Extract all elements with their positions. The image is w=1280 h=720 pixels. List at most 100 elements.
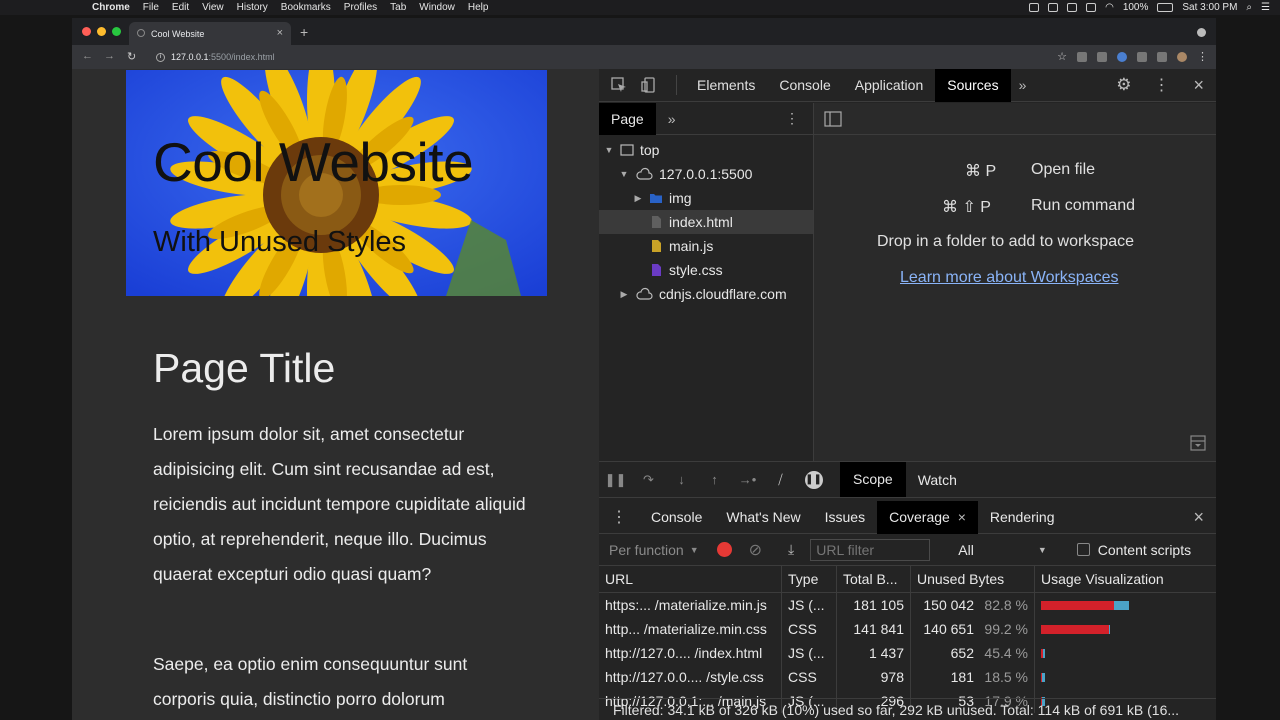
menu-kebab-icon[interactable]: ⋮ bbox=[1197, 50, 1208, 63]
search-icon[interactable]: ⌕ bbox=[1246, 2, 1252, 13]
info-icon[interactable]: i bbox=[156, 52, 165, 62]
zoom-window-button[interactable] bbox=[112, 27, 121, 36]
bookmark-star-icon[interactable]: ☆ bbox=[1057, 50, 1067, 63]
tab-console[interactable]: Console bbox=[767, 69, 842, 102]
tab-watch[interactable]: Watch bbox=[918, 472, 957, 488]
browser-tab[interactable]: Cool Website × bbox=[129, 22, 291, 45]
close-devtools-icon[interactable]: × bbox=[1193, 75, 1204, 96]
drawer-tab-console[interactable]: Console bbox=[639, 501, 714, 534]
menu-profiles[interactable]: Profiles bbox=[344, 2, 377, 13]
menu-chrome[interactable]: Chrome bbox=[92, 2, 130, 13]
tree-item-origin[interactable]: ▼ 127.0.0.1:5500 bbox=[599, 162, 813, 186]
extension-icon[interactable] bbox=[1097, 51, 1107, 62]
more-tabs-icon[interactable]: » bbox=[668, 111, 676, 127]
column-header-total[interactable]: Total B... bbox=[836, 566, 910, 592]
collapsed-arrow-icon[interactable]: ▶ bbox=[619, 289, 629, 300]
menu-history[interactable]: History bbox=[237, 2, 268, 13]
close-tab-icon[interactable]: × bbox=[277, 27, 283, 39]
battery-icon[interactable] bbox=[1157, 3, 1174, 12]
devtools-menu-icon[interactable]: ⋮ bbox=[1153, 75, 1169, 95]
column-header-url[interactable]: URL bbox=[599, 571, 781, 587]
step-over-icon[interactable]: ↷ bbox=[632, 472, 665, 488]
toggle-navigator-icon[interactable] bbox=[824, 111, 842, 127]
deactivate-breakpoints-icon[interactable]: ⧸ bbox=[764, 472, 797, 488]
download-icon[interactable]: ⤓ bbox=[788, 541, 794, 558]
inspect-element-icon[interactable] bbox=[611, 77, 627, 93]
tab-page[interactable]: Page bbox=[599, 102, 656, 135]
battery-percent[interactable]: 100% bbox=[1123, 2, 1149, 13]
tree-item-cdnjs[interactable]: ▶ cdnjs.cloudflare.com bbox=[599, 282, 813, 306]
tree-item-img[interactable]: ▶ img bbox=[599, 186, 813, 210]
expanded-arrow-icon[interactable]: ▼ bbox=[619, 169, 629, 179]
close-window-button[interactable] bbox=[82, 27, 91, 36]
new-tab-button[interactable]: + bbox=[300, 24, 308, 40]
pause-on-exceptions-icon[interactable]: ❚❚ bbox=[797, 470, 830, 489]
drawer-tab-issues[interactable]: Issues bbox=[813, 501, 877, 534]
collapsed-arrow-icon[interactable]: ▶ bbox=[633, 193, 643, 204]
status-icon[interactable] bbox=[1029, 3, 1040, 12]
close-tab-icon[interactable]: × bbox=[958, 509, 966, 525]
tab-sources[interactable]: Sources bbox=[935, 68, 1011, 102]
menu-view[interactable]: View bbox=[202, 2, 224, 13]
menu-help[interactable]: Help bbox=[468, 2, 489, 13]
table-row[interactable]: http://127.0.0.... /style.css CSS 978 181 18… bbox=[599, 665, 1216, 689]
minimize-window-button[interactable] bbox=[97, 27, 106, 36]
tab-search-icon[interactable] bbox=[1197, 28, 1206, 37]
extension-icon[interactable] bbox=[1117, 51, 1127, 62]
reading-list-icon[interactable] bbox=[1157, 51, 1167, 62]
status-icon[interactable] bbox=[1048, 3, 1059, 12]
content-scripts-checkbox[interactable] bbox=[1076, 543, 1090, 556]
control-center-icon[interactable]: ☰ bbox=[1261, 2, 1270, 13]
drawer-tab-whats-new[interactable]: What's New bbox=[714, 501, 812, 534]
menu-edit[interactable]: Edit bbox=[172, 2, 189, 13]
pause-icon[interactable]: ❚❚ bbox=[599, 472, 632, 488]
drawer-tab-coverage[interactable]: Coverage × bbox=[877, 500, 978, 534]
learn-workspaces-link[interactable]: Learn more about Workspaces bbox=[900, 269, 1118, 287]
coverage-mode-select[interactable]: Per function bbox=[609, 542, 684, 558]
table-row[interactable]: http://127.0.... /index.html JS (... 1 437… bbox=[599, 641, 1216, 665]
tree-item-index-html[interactable]: index.html bbox=[599, 210, 813, 234]
tab-scope[interactable]: Scope bbox=[840, 462, 906, 497]
menu-bookmarks[interactable]: Bookmarks bbox=[281, 2, 331, 13]
step-into-icon[interactable]: ↓ bbox=[665, 472, 698, 487]
tab-elements[interactable]: Elements bbox=[685, 69, 767, 102]
clear-icon[interactable]: ⊘ bbox=[749, 540, 762, 560]
wifi-icon[interactable]: ◠ bbox=[1105, 2, 1114, 13]
clock[interactable]: Sat 3:00 PM bbox=[1182, 2, 1237, 13]
url-filter-input[interactable] bbox=[810, 538, 931, 561]
close-drawer-icon[interactable]: × bbox=[1193, 507, 1204, 528]
step-out-icon[interactable]: ↑ bbox=[698, 472, 731, 487]
tree-item-main-js[interactable]: main.js bbox=[599, 234, 813, 258]
tab-application[interactable]: Application bbox=[843, 69, 936, 102]
device-toolbar-icon[interactable] bbox=[641, 77, 657, 93]
puzzle-icon[interactable] bbox=[1137, 51, 1147, 62]
address-bar[interactable]: i 127.0.0.1:5500/index.html bbox=[148, 48, 1048, 66]
tree-item-style-css[interactable]: style.css bbox=[599, 258, 813, 282]
column-header-unused[interactable]: Unused Bytes bbox=[910, 566, 1034, 592]
status-icon[interactable] bbox=[1086, 3, 1097, 12]
column-header-type[interactable]: Type bbox=[781, 566, 836, 592]
avatar[interactable] bbox=[1177, 51, 1187, 62]
status-icon[interactable] bbox=[1067, 3, 1078, 12]
forward-icon[interactable]: → bbox=[104, 50, 115, 62]
expanded-arrow-icon[interactable]: ▼ bbox=[604, 145, 614, 155]
gear-icon[interactable]: ⚙ bbox=[1116, 75, 1131, 95]
menu-window[interactable]: Window bbox=[419, 2, 455, 13]
column-header-visualization[interactable]: Usage Visualization bbox=[1034, 566, 1216, 592]
table-row[interactable]: http... /materialize.min.css CSS 141 841 14… bbox=[599, 617, 1216, 641]
step-icon[interactable]: →• bbox=[731, 472, 764, 487]
navigator-menu-icon[interactable]: ⋮ bbox=[785, 110, 799, 127]
more-tabs-icon[interactable]: » bbox=[1019, 77, 1027, 93]
toggle-debugger-icon[interactable] bbox=[1190, 435, 1206, 451]
drawer-tab-rendering[interactable]: Rendering bbox=[978, 501, 1067, 534]
type-filter-select[interactable]: All bbox=[958, 542, 974, 558]
reload-icon[interactable]: ↻ bbox=[127, 50, 136, 63]
table-row[interactable]: https:... /materialize.min.js JS (... 181 … bbox=[599, 593, 1216, 617]
tree-item-top[interactable]: ▼ top bbox=[599, 138, 813, 162]
menu-file[interactable]: File bbox=[143, 2, 159, 13]
extension-icon[interactable] bbox=[1077, 51, 1087, 62]
menu-tab[interactable]: Tab bbox=[390, 2, 406, 13]
drawer-menu-icon[interactable]: ⋮ bbox=[599, 507, 639, 527]
record-icon[interactable] bbox=[716, 542, 732, 557]
back-icon[interactable]: ← bbox=[82, 50, 93, 62]
